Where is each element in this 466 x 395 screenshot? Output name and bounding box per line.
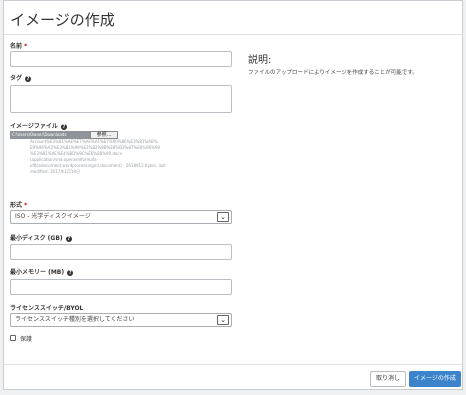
tags-input[interactable] [10,85,232,113]
create-image-button[interactable]: イメージの作成 [409,371,461,387]
question-circle-icon[interactable]: ? [60,123,67,130]
license-label-text: ライセンススイッチ/BYOL [10,305,84,312]
dialog-title: イメージの作成 [10,11,115,29]
tags-label-text: タグ [10,75,23,82]
min-disk-label-text: 最小ディスク (GB) [10,235,63,242]
file-label: イメージファイル ? [10,121,67,130]
license-select-value: ライセンススイッチ種別を選択してください [15,316,135,323]
description-text: ファイルのアップロードによりイメージを作成することが可能です。 [248,70,418,76]
question-circle-icon[interactable]: ? [65,235,72,242]
required-mark: * [24,43,28,50]
format-label: 形式 * [10,200,27,209]
name-label-text: 名前 [10,43,23,50]
license-label: ライセンススイッチ/BYOL [10,303,83,312]
question-circle-icon[interactable]: ? [25,75,32,82]
file-info-line: modified: 2017年1月19日 [30,169,80,174]
min-ram-label: 最小メモリー (MB) ? [10,267,74,276]
license-select[interactable]: ライセンススイッチ種別を選択してください ⌄ [10,313,232,327]
tags-label: タグ ? [10,73,32,82]
required-mark: * [24,202,28,209]
min-disk-label: 最小ディスク (GB) ? [10,233,72,242]
dialog-header: イメージの作成 [4,1,462,35]
protected-label: 保護 [20,336,33,343]
name-input[interactable] [10,51,232,67]
cancel-button[interactable]: 取り消し [370,371,406,387]
chevron-down-icon: ⌄ [217,212,229,222]
format-label-text: 形式 [10,202,23,209]
question-circle-icon[interactable]: ? [67,269,74,276]
min-disk-input[interactable] [10,244,232,260]
format-select[interactable]: ISO - 光学ディスクイメージ ⌄ [10,210,232,224]
footer-divider [4,364,462,365]
description-title: 説明: [248,55,272,66]
create-image-dialog: イメージの作成 名前 * タグ ? イメージファイル ? C:\Users\Ow… [3,0,463,390]
protected-checkbox[interactable] [10,335,16,341]
name-label: 名前 * [10,41,27,50]
file-label-text: イメージファイル [10,123,58,130]
chevron-down-icon: ⌄ [217,315,229,325]
chosen-file-name: C:\Users\Owner\Downloads [10,131,90,139]
format-select-value: ISO - 光学ディスクイメージ [15,213,91,220]
min-ram-label-text: 最小メモリー (MB) [10,269,65,276]
file-info: Account%E3%81%AE%E7%AE%A1%E7%90%86%E3%81… [10,139,232,175]
browse-button[interactable]: 参照... [90,131,118,139]
min-ram-input[interactable] [10,279,232,295]
